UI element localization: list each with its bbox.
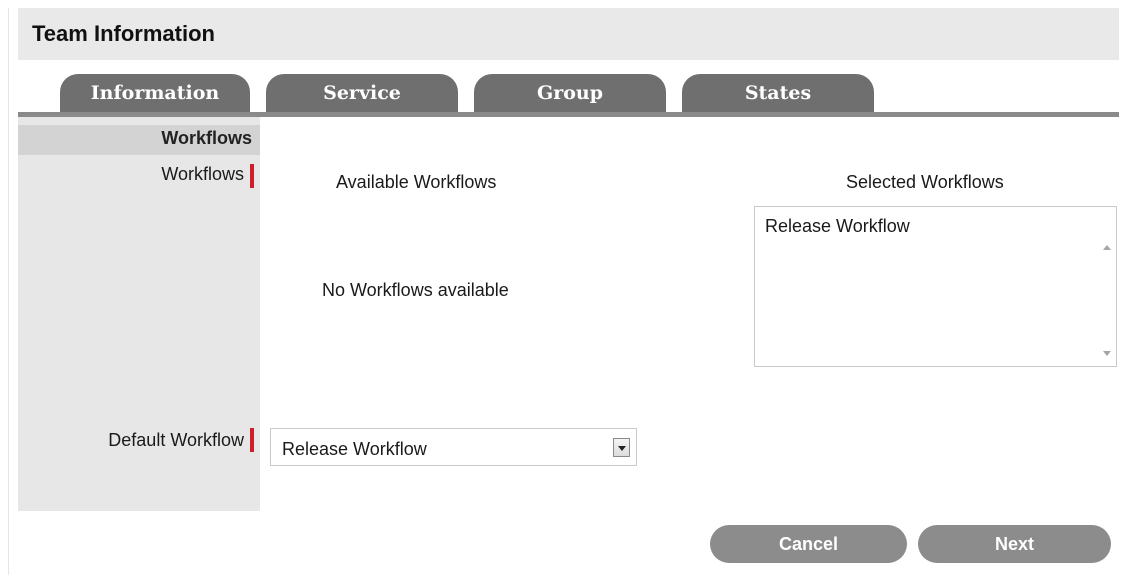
tab-service[interactable]: Service [266, 74, 458, 114]
sidebar-section-header: Workflows [18, 125, 260, 155]
cancel-button[interactable]: Cancel [710, 525, 907, 563]
listbox-scrollbar[interactable] [1098, 207, 1116, 366]
tab-group[interactable]: Group [474, 74, 666, 114]
default-workflow-select[interactable]: Release Workflow [270, 428, 637, 466]
list-item[interactable]: Release Workflow [765, 216, 910, 237]
scroll-down-icon[interactable] [1103, 351, 1111, 356]
workflows-label: Workflows [161, 164, 244, 184]
dropdown-button[interactable] [613, 438, 630, 457]
required-marker [250, 164, 254, 188]
available-workflows-heading: Available Workflows [336, 172, 497, 192]
no-workflows-message: No Workflows available [322, 280, 509, 300]
page-left-border [8, 8, 9, 575]
default-workflow-label: Default Workflow [108, 430, 244, 450]
next-button[interactable]: Next [918, 525, 1111, 563]
scroll-up-icon[interactable] [1103, 245, 1111, 250]
default-workflow-value: Release Workflow [282, 439, 427, 459]
tab-information[interactable]: Information [60, 74, 250, 114]
chevron-down-icon [618, 446, 626, 451]
page-title: Team Information [32, 21, 215, 46]
page-header: Team Information [18, 8, 1119, 60]
tab-states[interactable]: States [682, 74, 874, 114]
selected-workflows-heading: Selected Workflows [846, 172, 1004, 192]
selected-workflows-listbox[interactable]: Release Workflow [754, 206, 1117, 367]
sidebar-section-title: Workflows [161, 128, 252, 148]
required-marker [250, 428, 254, 452]
